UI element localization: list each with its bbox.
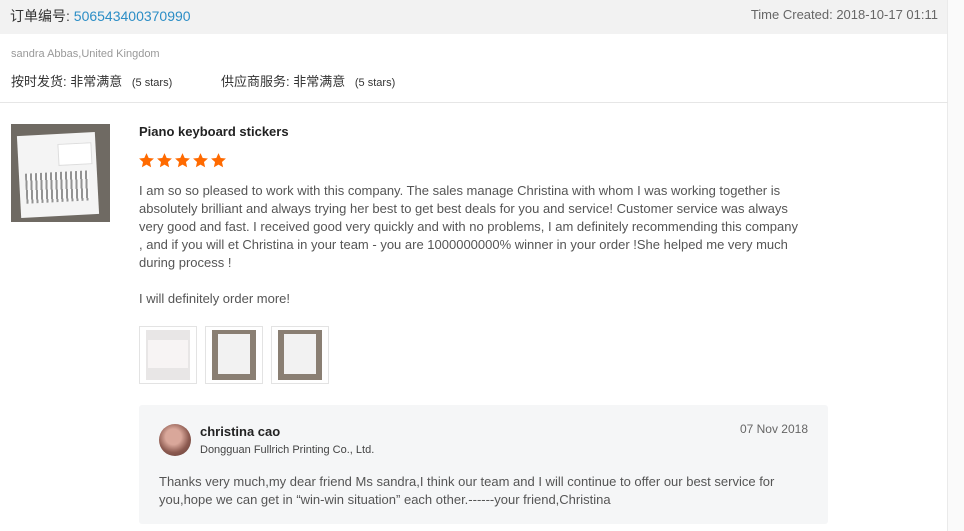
supplier-service-rating: 供应商服务: 非常满意 (5 stars) [221,71,395,90]
order-header: 订单编号: 506543400370990 Time Created: 2018… [0,0,948,34]
reply-author: christina cao [200,424,281,439]
star-icon [175,153,190,168]
reply-date: 07 Nov 2018 [739,422,808,436]
star-rating [138,152,228,174]
star-icon [211,153,226,168]
order-number-label: 订单编号: [10,8,70,24]
order-id-link[interactable]: 506543400370990 [74,8,191,24]
star-icon [157,153,172,168]
review-photo-thumbnail[interactable] [139,326,197,384]
review-text: I am so so pleased to work with this com… [139,182,799,308]
vertical-scrollbar[interactable] [947,0,964,531]
product-image[interactable] [11,124,110,222]
divider [0,102,948,103]
delivery-value: 非常满意 [70,74,123,89]
seller-reply: christina cao Dongguan Fullrich Printing… [139,405,828,524]
buyer-ratings: 按时发货: 非常满意 (5 stars) 供应商服务: 非常满意 (5 star… [11,71,395,90]
service-value: 非常满意 [293,74,346,89]
delivery-stars: (5 stars) [131,77,173,89]
delivery-label: 按时发货: [11,74,67,89]
buyer-name-location: sandra Abbas,United Kingdom [11,48,160,60]
star-icon [193,153,208,168]
service-label: 供应商服务: [221,74,290,89]
review-paragraph: I will definitely order more! [139,291,290,306]
order-number: 订单编号: 506543400370990 [10,6,191,26]
avatar [159,424,191,456]
review-paragraph: I am so so pleased to work with this com… [139,183,799,270]
product-title[interactable]: Piano keyboard stickers [139,124,289,139]
review-photo-thumbnail[interactable] [205,326,263,384]
star-icon [139,153,154,168]
time-created: Time Created: 2018-10-17 01:11 [750,7,938,22]
review-photo-thumbnail[interactable] [271,326,329,384]
reply-company: Dongguan Fullrich Printing Co., Ltd. [200,444,375,456]
service-stars: (5 stars) [354,77,396,89]
reply-text: Thanks very much,my dear friend Ms sandr… [159,474,775,507]
